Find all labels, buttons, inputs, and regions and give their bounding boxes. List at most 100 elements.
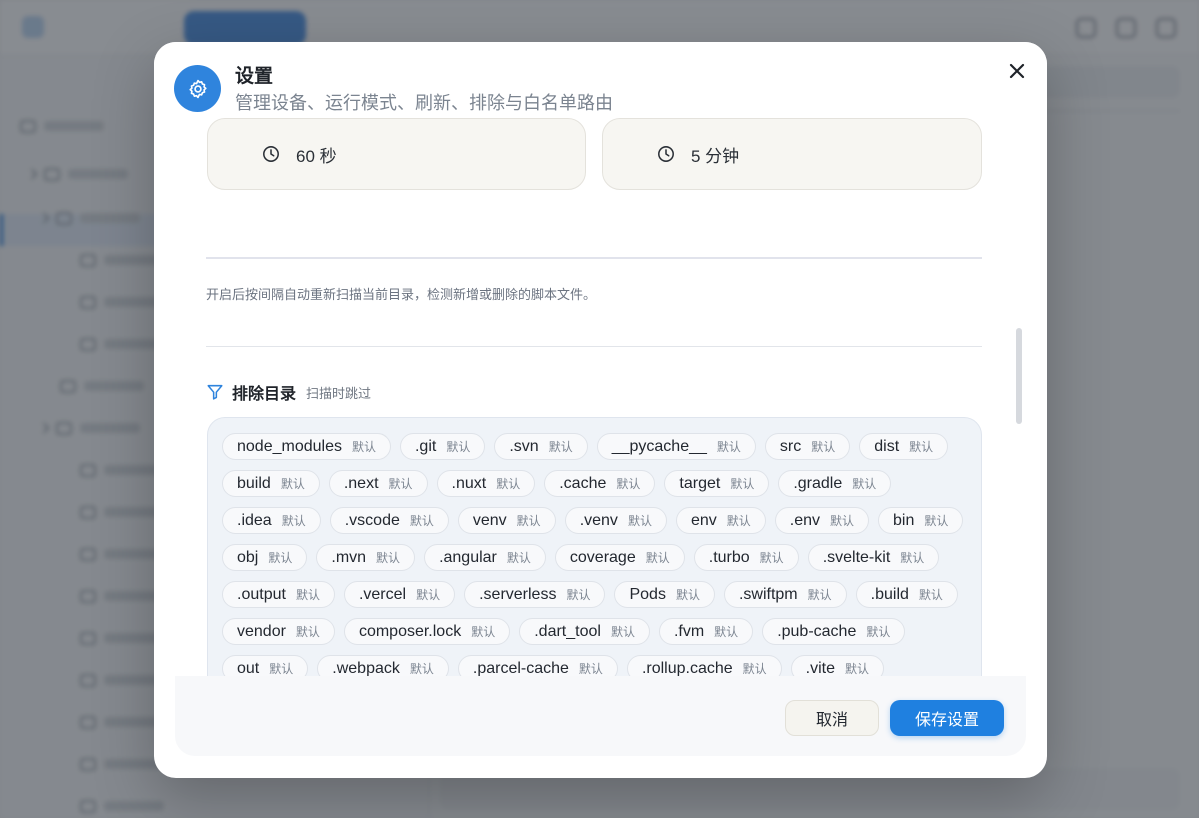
exclude-tag-name: .cache [559,474,607,492]
exclude-tag-name: out [237,659,260,677]
exclude-tag[interactable]: .build 默认 [855,581,958,608]
refresh-help-text: 开启后按间隔自动重新扫描当前目录，检测新增或删除的脚本文件。 [206,287,597,302]
cancel-button[interactable]: 取消 [785,700,879,736]
exclude-tag[interactable]: .svn 默认 [494,433,588,460]
exclude-tag-name: node_modules [237,437,342,455]
exclude-tag-name: venv [472,511,507,529]
exclude-tag-name: .next [343,474,379,492]
refresh-option-60s[interactable]: 60 秒 [207,118,586,190]
scrollbar-thumb[interactable] [1016,328,1022,424]
default-badge: 默认 [918,588,943,602]
exclude-tag-name: .swiftpm [738,585,798,603]
exclude-tag-name: .pub-cache [777,622,857,640]
exclude-tag[interactable]: Pods 默认 [614,581,715,608]
exclude-tag-name: .parcel-cache [472,659,569,677]
exclude-tag[interactable]: .git 默认 [399,433,486,460]
exclude-tag-name: vendor [237,622,286,640]
default-badge: 默认 [281,514,306,528]
exclude-tag[interactable]: .vercel 默认 [343,581,456,608]
exclude-tag[interactable]: target 默认 [664,470,770,497]
exclude-tag[interactable]: .swiftpm 默认 [723,581,847,608]
refresh-option-5min[interactable]: 5 分钟 [602,118,982,190]
exclude-tag-name: .vercel [358,585,407,603]
exclude-tag[interactable]: .mvn 默认 [316,544,416,571]
default-badge: 默认 [566,588,591,602]
exclude-tag-name: .webpack [332,659,400,677]
exclude-tag[interactable]: .output 默认 [222,581,335,608]
exclude-tag[interactable]: env 默认 [675,507,766,534]
exclude-tag[interactable]: .pub-cache 默认 [762,618,906,645]
exclude-tag[interactable]: .venv 默认 [564,507,667,534]
default-badge: 默认 [280,477,305,491]
default-badge: 默认 [471,625,496,639]
exclude-tag-name: .venv [579,511,618,529]
exclude-tag[interactable]: .fvm 默认 [658,618,754,645]
exclude-tag[interactable]: .rollup.cache 默认 [626,655,782,677]
exclude-tag[interactable]: composer.lock 默认 [343,618,511,645]
default-badge: 默认 [268,551,293,565]
exclude-tag-name: .rollup.cache [641,659,733,677]
exclude-tag[interactable]: out 默认 [222,655,309,677]
exclude-tag[interactable]: vendor 默认 [222,618,335,645]
exclude-tag-name: .vite [805,659,836,677]
default-badge: 默认 [726,514,751,528]
close-button[interactable] [1005,59,1029,83]
exclude-tag[interactable]: .turbo 默认 [693,544,799,571]
exclude-tag[interactable]: src 默认 [764,433,851,460]
exclude-tag[interactable]: .svelte-kit 默认 [807,544,940,571]
default-badge: 默认 [742,662,767,676]
default-badge: 默认 [616,477,641,491]
exclude-tag[interactable]: bin 默认 [878,507,964,534]
exclude-tag-name: composer.lock [358,622,462,640]
clock-icon [263,146,279,162]
default-badge: 默认 [900,551,925,565]
exclude-tag[interactable]: .webpack 默认 [317,655,449,676]
exclude-tag-name: .git [414,437,437,455]
exclude-tag-name: __pycache__ [611,437,707,455]
exclude-tag-name: .fvm [673,622,705,640]
exclude-tag[interactable]: .vscode 默认 [329,507,449,534]
exclude-tag[interactable]: venv 默认 [457,507,556,534]
exclude-tag[interactable]: coverage 默认 [554,544,685,571]
exclude-tag[interactable]: .idea 默认 [222,507,321,534]
exclude-tag-name: Pods [629,585,666,603]
exclude-tag[interactable]: .parcel-cache 默认 [457,655,618,677]
exclude-tag[interactable]: .cache 默认 [544,470,656,497]
exclude-tag[interactable]: obj 默认 [222,544,308,571]
default-badge: 默认 [866,625,891,639]
exclude-tag[interactable]: build 默认 [222,470,320,497]
exclude-tag[interactable]: .angular 默认 [424,544,546,571]
default-badge: 默认 [506,551,531,565]
dialog-subtitle: 管理设备、运行模式、刷新、排除与白名单路由 [235,93,613,113]
default-badge: 默认 [610,625,635,639]
exclude-tag-name: obj [237,548,259,566]
exclude-tag[interactable]: __pycache__ 默认 [596,433,756,460]
default-badge: 默认 [730,477,755,491]
exclude-tag[interactable]: .next 默认 [328,470,428,497]
exclude-tag-name: src [779,437,802,455]
close-icon [1009,63,1025,79]
default-badge: 默认 [295,625,320,639]
exclude-tag[interactable]: dist 默认 [859,433,949,460]
dialog-body[interactable]: 60 秒 5 分钟 开启后按间隔自动重新扫描当前目录，检测新增或删除的脚本文件。… [154,118,1047,676]
default-badge: 默认 [548,440,573,454]
exclude-tag[interactable]: .gradle 默认 [778,470,892,497]
divider [206,346,982,347]
default-badge: 默认 [909,440,934,454]
exclude-tag-name: .gradle [793,474,843,492]
exclude-tag-name: .build [870,585,909,603]
exclude-tags-list: node_modules 默认 .git 默认 .svn 默认 __pycache__ 默认 s… [207,417,982,676]
dialog-footer: 取消 保存设置 [175,676,1026,756]
exclude-tag[interactable]: .nuxt 默认 [436,470,536,497]
default-badge: 默认 [516,514,541,528]
save-settings-button[interactable]: 保存设置 [890,700,1004,736]
exclude-tag[interactable]: .env 默认 [774,507,870,534]
default-badge: 默认 [924,514,949,528]
exclude-section-title: 排除目录 [232,386,297,403]
exclude-tag[interactable]: .serverless 默认 [464,581,606,608]
exclude-tag[interactable]: node_modules 默认 [222,433,391,460]
exclude-tag[interactable]: .vite 默认 [790,655,885,677]
default-badge: 默认 [446,440,471,454]
exclude-tag-name: .nuxt [451,474,487,492]
exclude-tag[interactable]: .dart_tool 默认 [519,618,650,645]
